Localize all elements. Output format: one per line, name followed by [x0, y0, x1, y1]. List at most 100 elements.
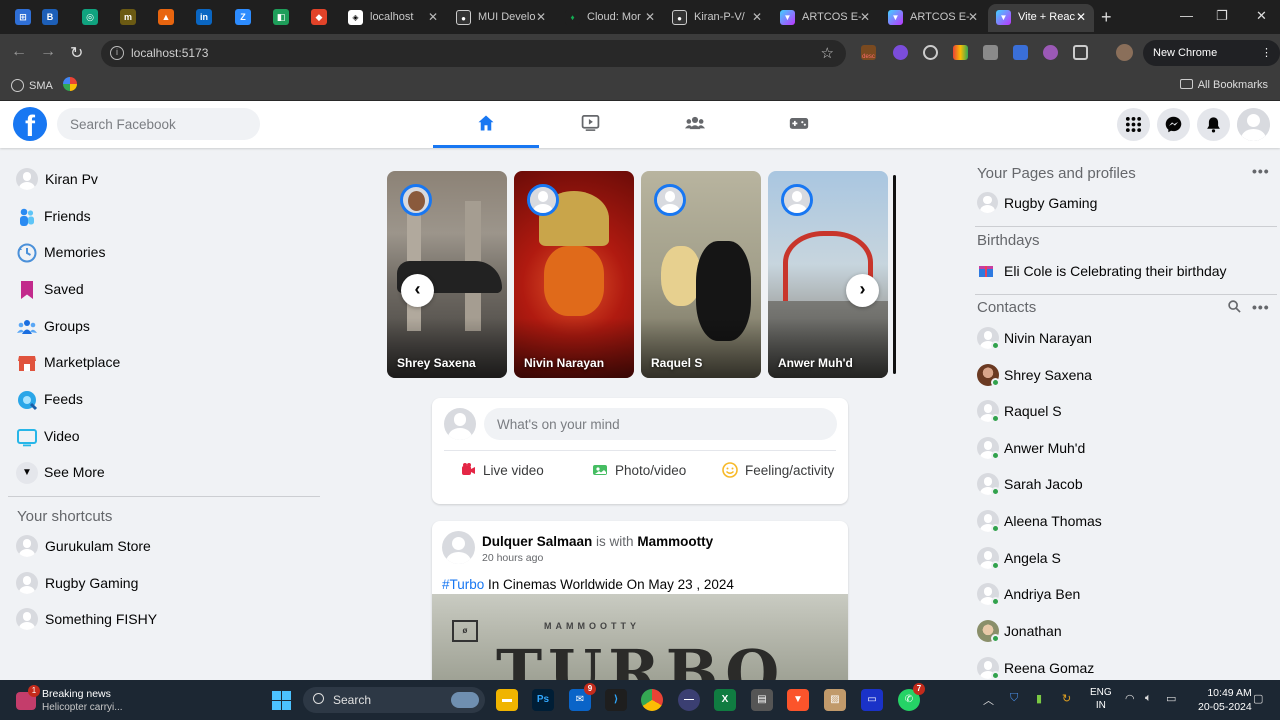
shortcut-item[interactable]: Something FISHY: [16, 605, 316, 635]
address-bar[interactable]: i localhost:5173 ☆: [101, 40, 846, 67]
site-info-icon[interactable]: i: [110, 46, 124, 60]
bookmark-sma[interactable]: SMA: [11, 79, 53, 92]
close-tab-icon[interactable]: ✕: [968, 10, 978, 24]
security-icon[interactable]: ⛉: [1010, 692, 1018, 705]
file-explorer-icon[interactable]: ▬: [496, 689, 518, 711]
gitlab-tab-icon[interactable]: ◆: [311, 9, 327, 25]
brave-icon[interactable]: ▼: [787, 689, 809, 711]
photoshop-icon[interactable]: Ps: [532, 689, 554, 711]
vscode-icon[interactable]: ⟩: [605, 689, 627, 711]
browser-tab[interactable]: ◈ localhost ✕: [340, 4, 446, 32]
mail-icon[interactable]: ✉ 9: [569, 683, 596, 711]
whats-on-your-mind-input[interactable]: [484, 408, 837, 440]
app-icon[interactable]: ▤: [751, 689, 773, 711]
browser-tab[interactable]: ♦ Cloud: Mor ✕: [557, 4, 663, 32]
new-tab-button[interactable]: +: [1101, 7, 1112, 28]
contact-item[interactable]: Nivin Narayan: [977, 323, 1267, 353]
post-timestamp[interactable]: 20 hours ago: [482, 552, 543, 564]
app-icon[interactable]: —: [678, 689, 700, 711]
taskbar-search[interactable]: Search: [303, 687, 485, 713]
close-window-icon[interactable]: ✕: [1256, 8, 1267, 24]
pinned-tab-icon[interactable]: m: [120, 9, 136, 25]
extension-icon[interactable]: [893, 45, 908, 60]
shortcut-item[interactable]: Gurukulam Store: [16, 532, 316, 562]
menu-button[interactable]: [1117, 108, 1150, 141]
contact-item[interactable]: Reena Gomaz: [977, 653, 1267, 683]
tab-home[interactable]: [433, 101, 539, 148]
start-button[interactable]: [272, 691, 291, 710]
contact-item[interactable]: Raquel S: [977, 396, 1267, 426]
extension-icon[interactable]: [983, 45, 998, 60]
search-icon[interactable]: [1228, 300, 1241, 313]
reload-icon[interactable]: ↻: [70, 43, 83, 63]
pinned-tab-icon[interactable]: B: [42, 9, 58, 25]
tab-groups[interactable]: [641, 101, 747, 148]
account-avatar[interactable]: [1237, 108, 1270, 141]
search-input[interactable]: [57, 108, 260, 140]
whatsapp-icon[interactable]: ✆ 7: [898, 683, 925, 711]
contact-item[interactable]: Jonathan: [977, 616, 1267, 646]
sidebar-item-feeds[interactable]: Feeds: [16, 385, 316, 415]
extension-desc-icon[interactable]: desc: [861, 45, 876, 60]
post-image[interactable]: ø MAMMOOTTY TURBO: [432, 594, 848, 681]
sidebar-item-profile[interactable]: Kiran Pv: [16, 165, 316, 195]
close-tab-icon[interactable]: ✕: [428, 10, 438, 24]
extension-icon[interactable]: [1013, 45, 1028, 60]
story-card[interactable]: Anwer Muh'd: [768, 171, 888, 378]
notification-center-icon[interactable]: ▢: [1253, 692, 1263, 705]
story-card[interactable]: Nivin Narayan: [514, 171, 634, 378]
maximize-icon[interactable]: ❐: [1216, 8, 1228, 24]
all-bookmarks-button[interactable]: All Bookmarks: [1179, 79, 1268, 91]
pinned-tab-icon[interactable]: ◧: [273, 9, 289, 25]
photo-video-button[interactable]: Photo/video: [592, 462, 686, 496]
extension-icon[interactable]: [953, 45, 968, 60]
battery-saver-icon[interactable]: ▮: [1036, 692, 1042, 705]
contact-item[interactable]: Shrey Saxena: [977, 360, 1267, 390]
contact-item[interactable]: Andriya Ben: [977, 579, 1267, 609]
chrome-icon[interactable]: [641, 689, 663, 711]
menu-dots-icon[interactable]: ⋮: [1261, 40, 1272, 66]
sidebar-item-memories[interactable]: Memories: [16, 238, 316, 268]
minimize-icon[interactable]: —: [1180, 8, 1193, 23]
pinned-tab-icon[interactable]: Z: [235, 9, 251, 25]
browser-tab[interactable]: ▼ ARTCOS E- ✕: [772, 4, 878, 32]
language-indicator[interactable]: ENG IN: [1090, 686, 1112, 712]
contact-item[interactable]: Anwer Muh'd: [977, 433, 1267, 463]
story-card[interactable]: Shrey Saxena: [387, 171, 507, 378]
more-options-icon[interactable]: •••: [1252, 299, 1270, 315]
system-clock[interactable]: 10:49 AM 20-05-2024: [1198, 686, 1252, 714]
shortcut-item[interactable]: Rugby Gaming: [16, 569, 316, 599]
google-icon[interactable]: [63, 77, 77, 91]
pinned-tab-icon[interactable]: ▲: [158, 9, 174, 25]
app-icon[interactable]: ▨: [824, 689, 846, 711]
browser-tab[interactable]: ● MUI Develo ✕: [448, 4, 554, 32]
notifications-button[interactable]: [1197, 108, 1230, 141]
post-author-link[interactable]: Dulquer Salmaan: [482, 534, 592, 549]
tab-watch[interactable]: [537, 101, 643, 148]
app-icon[interactable]: ▭: [861, 689, 883, 711]
tab-gaming[interactable]: [745, 101, 851, 148]
pinned-tab-icon[interactable]: ⊞: [15, 9, 31, 25]
excel-icon[interactable]: X: [714, 689, 736, 711]
story-card[interactable]: Raquel S: [641, 171, 761, 378]
sidebar-item-video[interactable]: Video: [16, 422, 316, 452]
sidebar-item-saved[interactable]: Saved: [16, 275, 316, 305]
bookmark-star-icon[interactable]: ☆: [821, 44, 834, 62]
tray-expand-icon[interactable]: ︿: [983, 692, 994, 708]
extension-icon[interactable]: [1043, 45, 1058, 60]
more-options-icon[interactable]: •••: [1252, 163, 1270, 179]
back-icon[interactable]: ←: [11, 43, 27, 61]
pinned-tab-icon[interactable]: ◎: [82, 9, 98, 25]
story-next-button[interactable]: ›: [846, 274, 879, 307]
sidebar-item-friends[interactable]: Friends: [16, 202, 316, 232]
close-tab-icon[interactable]: ✕: [752, 10, 762, 24]
birthday-item[interactable]: Eli Cole is Celebrating their birthday: [977, 256, 1267, 286]
facebook-logo[interactable]: f: [13, 107, 47, 141]
sidebar-item-groups[interactable]: Groups: [16, 312, 316, 342]
feeling-activity-button[interactable]: Feeling/activity: [722, 462, 834, 496]
close-tab-icon[interactable]: ✕: [645, 10, 655, 24]
browser-tab[interactable]: ● Kiran-P-V/ ✕: [664, 4, 770, 32]
battery-icon[interactable]: ▭: [1166, 692, 1176, 705]
volume-icon[interactable]: 🔈︎: [1145, 692, 1152, 705]
contact-item[interactable]: Angela S: [977, 543, 1267, 573]
